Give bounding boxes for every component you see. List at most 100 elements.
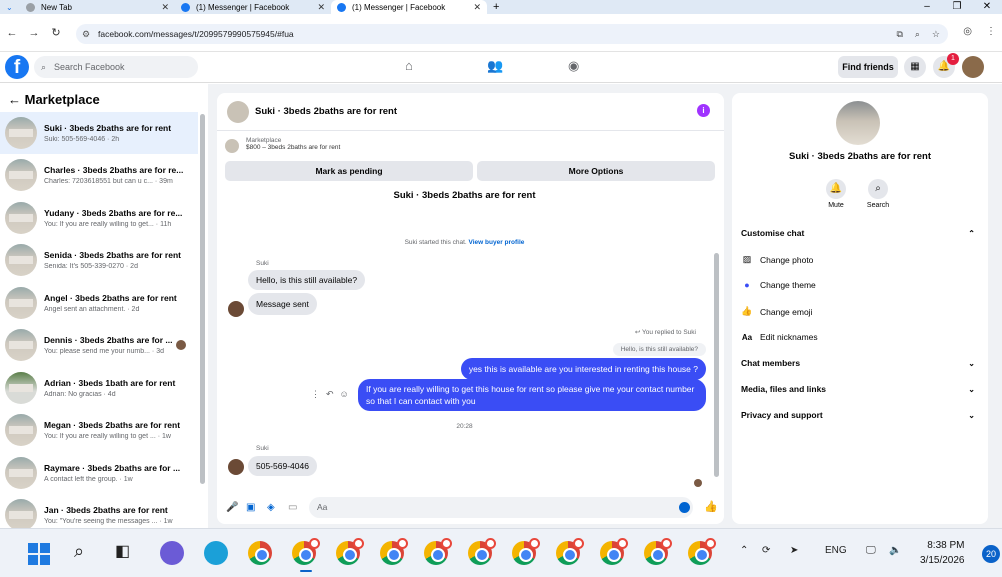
install-icon[interactable]: ⧉ <box>896 29 902 40</box>
chrome-profile-icon[interactable] <box>556 538 584 565</box>
chat-members-section[interactable]: Chat members ⌄ <box>741 358 981 368</box>
conversation-item[interactable]: Raymare · 3beds 2baths are for ... A cont… <box>0 452 198 494</box>
network-icon[interactable]: 🖵 <box>866 545 876 556</box>
like-icon[interactable]: 👍 <box>704 500 718 513</box>
chrome-profile-icon[interactable] <box>468 538 496 565</box>
chrome-profile-icon[interactable] <box>292 538 320 565</box>
info-icon[interactable]: i <box>697 104 710 117</box>
teams-icon[interactable] <box>160 541 184 565</box>
outgoing-message[interactable]: yes this is available are you interested… <box>460 358 706 380</box>
task-view-icon[interactable]: ◧ <box>115 541 130 561</box>
conversation-item[interactable]: Suki · 3beds 2baths are for rent Suki: 50… <box>0 112 198 154</box>
edge-icon[interactable] <box>204 541 228 565</box>
chrome-profile-icon[interactable] <box>512 538 540 565</box>
back-arrow-icon[interactable]: ← <box>8 92 21 107</box>
new-tab-button[interactable]: + <box>487 0 507 14</box>
windows-start-icon[interactable] <box>28 543 50 565</box>
close-tab-icon[interactable]: ✕ <box>317 2 325 13</box>
bookmark-star-icon[interactable]: ☆ <box>932 29 940 40</box>
restore-icon[interactable]: ❐ <box>942 0 972 14</box>
friends-icon[interactable]: 👥 <box>487 58 503 74</box>
chat-scrollbar[interactable] <box>714 253 719 477</box>
tab-new-tab[interactable]: New Tab ✕ <box>20 0 175 14</box>
privacy-support-section[interactable]: Privacy and support ⌄ <box>741 410 981 420</box>
url-field[interactable]: ⚙ facebook.com/messages/t/20995799905759… <box>76 24 948 44</box>
message-input[interactable]: Aa <box>309 497 693 518</box>
react-icon[interactable]: ☺ <box>340 389 349 400</box>
menu-grid-icon[interactable]: ▦ <box>904 56 926 78</box>
sender-avatar[interactable] <box>228 301 244 317</box>
volume-icon[interactable]: 🔈 <box>889 545 901 556</box>
forward-icon[interactable]: → <box>22 27 46 39</box>
zoom-icon[interactable]: ⌕ <box>915 29 920 40</box>
more-icon[interactable]: ⋮ <box>311 389 320 400</box>
microphone-icon[interactable]: 🎤 <box>226 502 238 513</box>
chrome-profile-icon[interactable] <box>600 538 628 565</box>
tab-messenger-2[interactable]: (1) Messenger | Facebook ✕ <box>331 0 487 14</box>
image-icon[interactable]: ▣ <box>246 502 255 513</box>
chrome-profile-icon[interactable] <box>644 538 672 565</box>
details-avatar[interactable] <box>836 101 880 145</box>
chat-avatar[interactable] <box>227 101 249 123</box>
chrome-profile-icon[interactable] <box>380 538 408 565</box>
search-facebook-input[interactable]: ⌕ Search Facebook <box>34 56 198 78</box>
mark-as-pending-button[interactable]: Mark as pending <box>225 161 473 181</box>
home-icon[interactable]: ⌂ <box>405 58 413 73</box>
tab-menu-button[interactable]: ⌄ <box>0 0 20 14</box>
conversation-item[interactable]: Adrian · 3beds 1bath are for rent Adrian:… <box>0 367 198 409</box>
emoji-icon[interactable] <box>679 502 690 513</box>
edit-nicknames-item[interactable]: Aa Edit nicknames <box>741 332 981 342</box>
chat-header-name[interactable]: Suki · 3beds 2baths are for rent <box>255 106 397 117</box>
chrome-icon[interactable] <box>248 541 272 565</box>
change-emoji-item[interactable]: 👍 Change emoji <box>741 306 981 317</box>
more-options-button[interactable]: More Options <box>477 161 715 181</box>
left-scrollbar[interactable] <box>200 114 205 484</box>
sticker-icon[interactable]: ◈ <box>267 502 275 513</box>
close-window-icon[interactable]: ✕ <box>972 0 1002 14</box>
change-theme-item[interactable]: ● Change theme <box>741 280 981 290</box>
incoming-message[interactable]: Message sent <box>248 293 317 315</box>
search-button[interactable]: ⌕ Search <box>858 179 898 209</box>
chrome-profile-icon[interactable] <box>424 538 452 565</box>
site-info-icon[interactable]: ⚙ <box>82 29 90 40</box>
close-tab-icon[interactable]: ✕ <box>161 2 169 13</box>
sender-avatar[interactable] <box>228 459 244 475</box>
mute-button[interactable]: 🔔 Mute <box>816 179 856 209</box>
chevron-up-icon[interactable]: ⌃ <box>740 545 748 556</box>
view-buyer-profile-link[interactable]: View buyer profile <box>469 239 525 246</box>
chrome-profile-icon[interactable] <box>688 538 716 565</box>
chrome-profile-icon[interactable] <box>336 538 364 565</box>
back-icon[interactable]: ← <box>0 27 24 39</box>
media-files-section[interactable]: Media, files and links ⌄ <box>741 384 981 394</box>
search-icon[interactable]: ⌕ <box>74 541 84 562</box>
sync-icon[interactable]: ⟳ <box>762 545 770 556</box>
notification-count-badge[interactable]: 20 <box>982 545 1000 563</box>
reload-icon[interactable]: ↻ <box>44 26 68 39</box>
location-icon[interactable]: ➤ <box>790 545 798 556</box>
conversation-item[interactable]: Dennis · 3beds 2baths are for ... You: pl… <box>0 324 198 366</box>
extensions-icon[interactable]: ◎ <box>963 26 972 37</box>
conversation-item[interactable]: Megan · 3beds 2baths are for rent You: If… <box>0 409 198 451</box>
conversation-item[interactable]: Angel · 3beds 2baths are for rent Angel s… <box>0 282 198 324</box>
outgoing-message[interactable]: If you are really willing to get this ho… <box>358 379 706 411</box>
profile-avatar[interactable] <box>962 56 984 78</box>
language-indicator[interactable]: ENG <box>825 545 847 556</box>
tab-messenger-1[interactable]: (1) Messenger | Facebook ✕ <box>175 0 331 14</box>
customise-chat-section[interactable]: Customise chat ⌃ <box>741 228 981 238</box>
minimize-icon[interactable]: – <box>912 0 942 14</box>
reply-icon[interactable]: ↶ <box>326 389 334 400</box>
close-tab-icon[interactable]: ✕ <box>473 2 481 13</box>
incoming-message[interactable]: 505-569-4046 <box>248 456 317 476</box>
marketplace-listing[interactable]: Marketplace $800 – 3beds 2baths are for … <box>246 137 340 151</box>
conversation-item[interactable]: Yudany · 3beds 2baths are for re... You: … <box>0 197 198 239</box>
chrome-menu-icon[interactable]: ⋮ <box>986 26 996 37</box>
conversation-item[interactable]: Senida · 3beds 2baths are for rent Senida… <box>0 239 198 281</box>
change-photo-item[interactable]: ▨ Change photo <box>741 254 981 265</box>
find-friends-button[interactable]: Find friends <box>838 56 898 78</box>
facebook-logo[interactable]: f <box>5 55 29 79</box>
quoted-message[interactable]: Hello, is this still available? <box>612 343 706 356</box>
conversation-item[interactable]: Charles · 3beds 2baths are for re... Char… <box>0 154 198 196</box>
groups-icon[interactable]: ◉ <box>568 58 579 74</box>
incoming-message[interactable]: Hello, is this still available? <box>248 270 366 290</box>
system-clock[interactable]: 8:38 PM 3/15/2026 <box>920 538 965 568</box>
